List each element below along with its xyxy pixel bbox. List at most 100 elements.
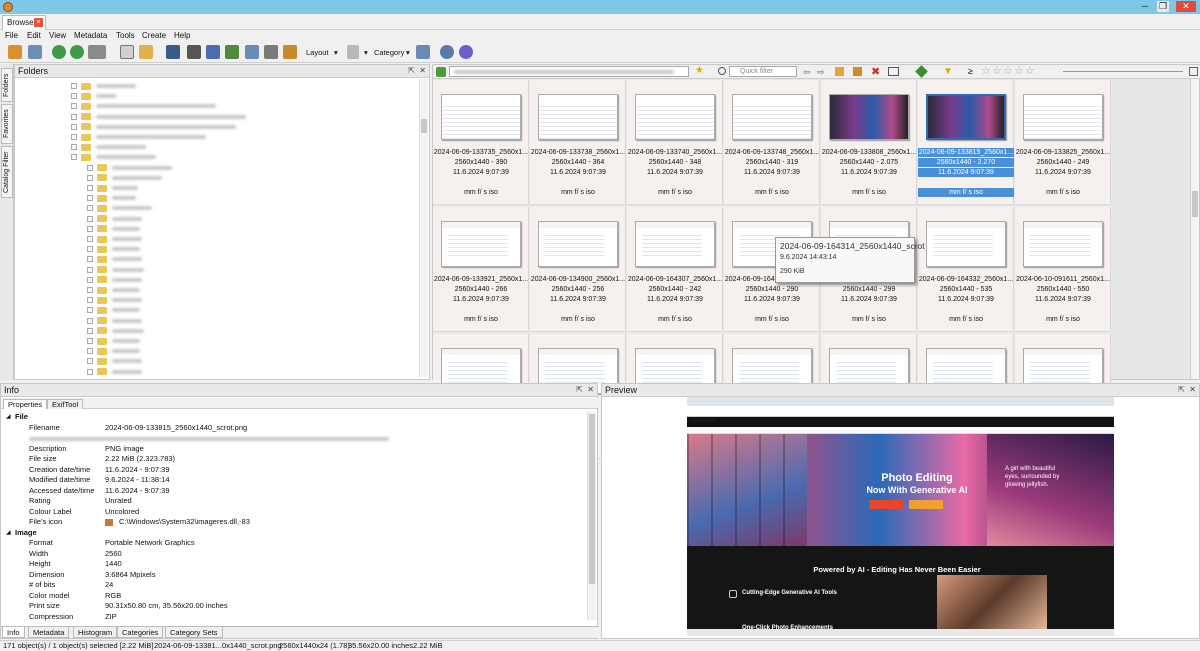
tab-categories[interactable]: Categories bbox=[117, 627, 164, 638]
expand-icon[interactable] bbox=[71, 154, 77, 161]
menu-file[interactable]: File bbox=[5, 31, 18, 40]
folder-item[interactable] bbox=[87, 357, 142, 365]
folder-item[interactable] bbox=[71, 143, 146, 151]
menu-help[interactable]: Help bbox=[174, 31, 190, 40]
folder-item[interactable] bbox=[71, 92, 116, 100]
folder-item[interactable] bbox=[87, 215, 142, 223]
menu-tools[interactable]: Tools bbox=[116, 31, 135, 40]
rating-star-icon[interactable]: ☆ bbox=[1003, 65, 1013, 77]
folder-item[interactable] bbox=[87, 266, 144, 274]
folder-item[interactable] bbox=[87, 164, 172, 172]
menu-create[interactable]: Create bbox=[142, 31, 166, 40]
help-icon[interactable] bbox=[459, 45, 473, 59]
side-tab-folders[interactable]: Folders bbox=[1, 68, 13, 102]
forward-icon[interactable]: ⇨ bbox=[817, 67, 825, 78]
rating-star-icon[interactable]: ☆ bbox=[1025, 65, 1035, 77]
minimize-icon[interactable]: ─ bbox=[1139, 1, 1151, 12]
tab-browser[interactable]: Browser × bbox=[2, 15, 46, 30]
batch-icon[interactable] bbox=[88, 45, 106, 59]
expand-icon[interactable] bbox=[87, 287, 93, 293]
tag-icon[interactable] bbox=[915, 65, 928, 78]
copy-icon[interactable] bbox=[120, 45, 134, 59]
expand-icon[interactable] bbox=[87, 368, 93, 375]
rating-star-icon[interactable]: ☆ bbox=[981, 65, 991, 77]
thumbnail-scrollbar[interactable] bbox=[1190, 79, 1199, 379]
folder-item[interactable] bbox=[87, 327, 144, 335]
folders-scrollbar[interactable] bbox=[419, 79, 428, 377]
up-folder-icon[interactable] bbox=[436, 67, 446, 77]
folder-item[interactable] bbox=[87, 276, 142, 284]
expand-icon[interactable] bbox=[87, 317, 93, 324]
sync-icon[interactable] bbox=[416, 45, 430, 59]
thumbnail-cell[interactable]: 2024-06-09-133815_2560x1... 2560x1440 - 2… bbox=[918, 80, 1014, 205]
folder-item[interactable] bbox=[71, 113, 246, 121]
view-mode-icon[interactable] bbox=[347, 45, 359, 59]
folder-item[interactable] bbox=[71, 102, 216, 110]
expand-icon[interactable] bbox=[87, 266, 93, 273]
expand-icon[interactable] bbox=[87, 185, 93, 191]
folder-item[interactable] bbox=[87, 255, 142, 263]
folder-item[interactable] bbox=[87, 368, 142, 376]
expand-icon[interactable] bbox=[71, 113, 77, 120]
expand-icon[interactable] bbox=[87, 195, 93, 202]
folder-item[interactable] bbox=[71, 82, 136, 90]
thumbnail-cell[interactable]: 2024-06-09-133825_2560x1... 2560x1440 - 2… bbox=[1015, 80, 1111, 205]
expand-icon[interactable] bbox=[87, 307, 93, 314]
tab-metadata[interactable]: Metadata bbox=[28, 627, 70, 638]
folder-item[interactable] bbox=[87, 245, 140, 253]
expand-icon[interactable] bbox=[87, 246, 93, 253]
thumbnail-cell[interactable]: 2024-06-09-164307_2560x1... 2560x1440 - 2… bbox=[627, 207, 723, 332]
move-icon[interactable] bbox=[139, 45, 153, 59]
binoculars-icon[interactable] bbox=[166, 45, 180, 59]
info-close-icon[interactable]: ✕ bbox=[587, 385, 594, 394]
folder-item[interactable] bbox=[87, 204, 152, 212]
rename-icon[interactable] bbox=[853, 67, 862, 76]
expand-icon[interactable] bbox=[71, 83, 77, 89]
expand-icon[interactable] bbox=[87, 338, 93, 344]
thumbnail-cell[interactable]: 2024-06-09-164332_2560x1... 2560x1440 - 5… bbox=[918, 207, 1014, 332]
new-folder-icon[interactable] bbox=[835, 67, 844, 76]
expand-icon[interactable] bbox=[71, 134, 77, 140]
collapse-icon[interactable]: ◢ bbox=[6, 528, 11, 539]
expand-icon[interactable] bbox=[71, 123, 77, 130]
expand-icon[interactable] bbox=[87, 164, 93, 171]
menu-edit[interactable]: Edit bbox=[27, 31, 41, 40]
close-panel-icon[interactable]: ✕ bbox=[419, 66, 426, 75]
favorite-star-icon[interactable]: ★ bbox=[695, 65, 704, 76]
folder-item[interactable] bbox=[87, 286, 140, 294]
quick-filter-input[interactable]: Quick filter bbox=[729, 66, 797, 77]
properties-section[interactable]: ◢ Image bbox=[5, 528, 589, 539]
expand-icon[interactable] bbox=[87, 215, 93, 222]
close-icon[interactable]: ✕ bbox=[1176, 1, 1196, 12]
folder-item[interactable] bbox=[87, 296, 142, 304]
folder-item[interactable] bbox=[71, 133, 206, 141]
preview-pin-icon[interactable]: ⇱ bbox=[1178, 385, 1185, 394]
expand-icon[interactable] bbox=[87, 256, 93, 263]
compare-icon[interactable] bbox=[245, 45, 259, 59]
rating-compare-icon[interactable]: ≥ bbox=[968, 66, 973, 76]
refresh-icon[interactable] bbox=[52, 45, 66, 59]
filter-icon[interactable]: ▼ bbox=[943, 66, 953, 77]
folder-item[interactable] bbox=[87, 235, 142, 243]
side-tab-catalog-filter[interactable]: Catalog Filter bbox=[1, 146, 13, 198]
tab-exiftool[interactable]: ExifTool bbox=[47, 399, 84, 409]
expand-icon[interactable] bbox=[71, 93, 77, 100]
scanner-icon[interactable] bbox=[206, 45, 220, 59]
category-button[interactable]: Category bbox=[374, 48, 404, 57]
thumbnail-cell[interactable]: 2024-06-09-133921_2560x1... 2560x1440 - 2… bbox=[433, 207, 529, 332]
tab-close-icon[interactable]: × bbox=[34, 18, 43, 27]
thumbnail-cell[interactable]: 2024-06-09-133735_2560x1... 2560x1440 - 3… bbox=[433, 80, 529, 205]
fullscreen-icon[interactable] bbox=[28, 45, 42, 59]
pin-icon[interactable]: ⇱ bbox=[408, 66, 415, 75]
tab-category-sets[interactable]: Category Sets bbox=[165, 627, 223, 638]
collapse-icon[interactable]: ◢ bbox=[6, 412, 11, 423]
panel-maximize-icon[interactable] bbox=[1189, 67, 1198, 76]
expand-icon[interactable] bbox=[87, 276, 93, 283]
expand-icon[interactable] bbox=[87, 174, 93, 181]
folder-item[interactable] bbox=[87, 317, 142, 325]
category-dropdown-icon[interactable]: ▾ bbox=[406, 48, 410, 57]
thumbnail-cell[interactable]: 2024-06-09-133740_2560x1... 2560x1440 - 3… bbox=[627, 80, 723, 205]
folder-item[interactable] bbox=[87, 306, 140, 314]
expand-icon[interactable] bbox=[71, 144, 77, 151]
zoom-slider[interactable] bbox=[1063, 71, 1183, 72]
